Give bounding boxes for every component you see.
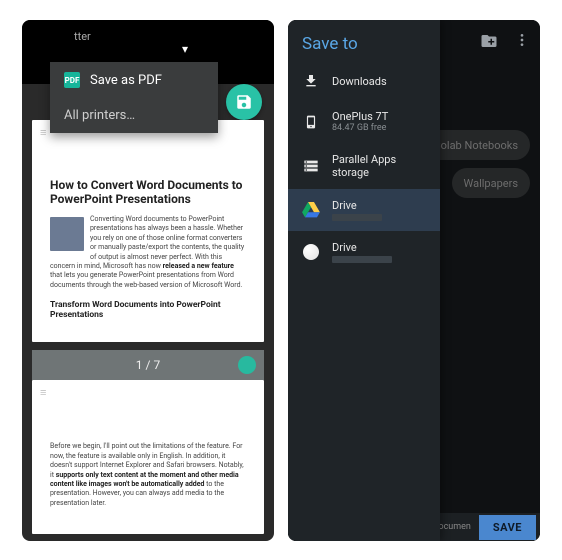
drawer-title: Save to (288, 20, 440, 62)
article-subheading: Transform Word Documents into PowerPoint… (50, 300, 246, 320)
print-header-sub: tter (74, 30, 91, 43)
location-label: Parallel Apps storage (332, 153, 426, 179)
location-sub: 84.47 GB free (332, 123, 388, 133)
article-thumb (50, 217, 84, 251)
account-redacted (332, 256, 392, 263)
drive-icon (302, 243, 320, 261)
hamburger-icon: ≡ (40, 126, 46, 139)
article-title: How to Convert Word Documents to PowerPo… (50, 178, 246, 207)
storage-icon (302, 157, 320, 175)
hamburger-icon: ≡ (40, 386, 46, 399)
check-icon (238, 356, 256, 374)
dropdown-item-save-as-pdf[interactable]: PDF Save as PDF (50, 62, 218, 98)
chevron-down-icon[interactable]: ▾ (182, 42, 188, 56)
location-drive-1[interactable]: Drive (288, 189, 440, 231)
dropdown-item-all-printers[interactable]: All printers… (50, 98, 218, 133)
page-indicator: 1 / 7 (32, 350, 264, 380)
filename-hint: ocumen (438, 522, 470, 532)
location-downloads[interactable]: Downloads (288, 62, 440, 100)
print-dialog-phone: tter ▾ PDF Save as PDF All printers… ≡ H… (22, 20, 274, 541)
dropdown-item-label: Save as PDF (90, 73, 162, 88)
file-picker-phone: Colab Notebooks Wallpapers ocumen SAVE S… (288, 20, 540, 541)
phone-icon (302, 113, 320, 131)
location-label: Drive (332, 199, 382, 212)
save-button[interactable]: SAVE (479, 515, 536, 540)
location-label: OnePlus 7T (332, 110, 388, 123)
location-parallel-apps[interactable]: Parallel Apps storage (288, 143, 440, 189)
dropdown-item-label: All printers… (64, 108, 135, 123)
pdf-icon: PDF (64, 72, 80, 88)
account-redacted (332, 214, 382, 221)
page-count: 1 / 7 (136, 358, 160, 372)
save-icon (235, 93, 253, 111)
preview-page-1[interactable]: ≡ How to Convert Word Documents to Power… (32, 120, 264, 342)
folder-wallpapers[interactable]: Wallpapers (452, 168, 531, 198)
google-drive-icon (302, 201, 320, 219)
location-device[interactable]: OnePlus 7T 84.47 GB free (288, 100, 440, 143)
print-preview-list[interactable]: ≡ How to Convert Word Documents to Power… (32, 120, 264, 535)
location-drive-2[interactable]: Drive (288, 231, 440, 273)
save-fab[interactable] (226, 84, 262, 120)
download-icon (302, 72, 320, 90)
location-label: Drive (332, 241, 392, 254)
preview-page-2[interactable]: ≡ Before we begin, I'll point out the li… (32, 380, 264, 534)
article-para: Before we begin, I'll point out the limi… (50, 442, 246, 508)
printer-dropdown: PDF Save as PDF All printers… (50, 62, 218, 133)
new-folder-icon[interactable] (480, 32, 496, 48)
locations-drawer: Save to Downloads OnePlus 7T 84.47 GB fr… (288, 20, 440, 541)
more-icon[interactable] (514, 32, 530, 48)
location-label: Downloads (332, 75, 387, 88)
